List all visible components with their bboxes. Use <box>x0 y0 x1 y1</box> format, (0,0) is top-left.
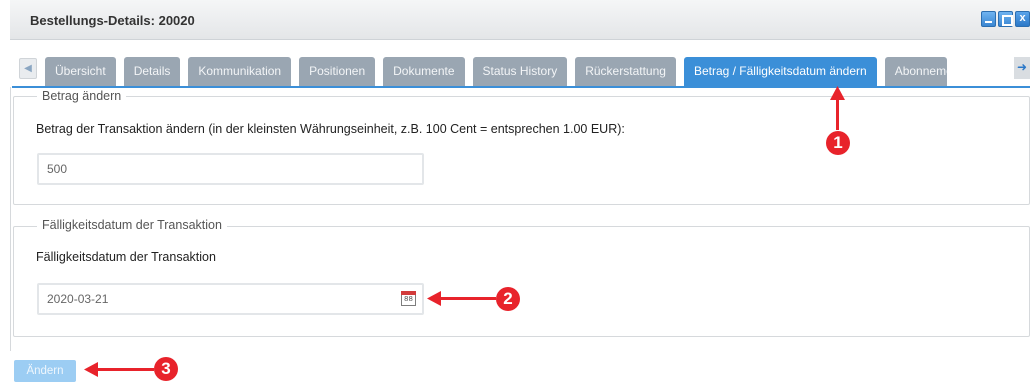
due-date-label: Fälligkeitsdatum der Transaktion <box>36 250 216 264</box>
tab-scroll-right-icon[interactable]: ➜ <box>1014 57 1030 79</box>
panel-left-border <box>10 87 11 351</box>
due-date-legend: Fälligkeitsdatum der Transaktion <box>37 218 227 232</box>
amount-fieldset <box>13 96 1030 205</box>
tab-details[interactable]: Details <box>123 57 181 86</box>
window-title: Bestellungs-Details: 20020 <box>30 13 195 28</box>
annotation-arrow-1 <box>836 96 839 130</box>
due-date-input[interactable]: 2020-03-21 <box>37 283 424 315</box>
annotation-badge-2: 2 <box>496 287 520 311</box>
close-icon[interactable]: x <box>1015 11 1030 27</box>
tab-status-history[interactable]: Status History <box>472 57 568 86</box>
annotation-badge-3: 3 <box>154 357 178 381</box>
tab-betrag-faelligkeitsdatum[interactable]: Betrag / Fälligkeitsdatum ändern <box>683 57 877 86</box>
tab-scroll-left-icon[interactable]: ◀ <box>19 58 37 79</box>
tab-kommunikation[interactable]: Kommunikation <box>188 57 292 86</box>
tab-list: Übersicht Details Kommunikation Position… <box>45 57 947 87</box>
annotation-arrow-3 <box>95 368 154 371</box>
amount-legend: Betrag ändern <box>37 89 127 103</box>
arrow-up-head-icon <box>830 86 845 100</box>
order-details-window: Bestellungs-Details: 20020 x ◀ Übersicht… <box>0 0 1030 382</box>
amount-label: Betrag der Transaktion ändern (in der kl… <box>36 122 625 136</box>
arrow-left-head-icon <box>84 362 98 377</box>
due-date-value: 2020-03-21 <box>47 292 109 306</box>
tab-abonnement[interactable]: Abonnement <box>884 57 947 86</box>
calendar-icon[interactable] <box>401 291 416 306</box>
amount-input[interactable]: 500 <box>37 153 424 185</box>
annotation-badge-1: 1 <box>826 131 850 155</box>
tab-positionen[interactable]: Positionen <box>299 57 376 86</box>
tab-uebersicht[interactable]: Übersicht <box>45 57 116 86</box>
window-titlebar[interactable]: Bestellungs-Details: 20020 x <box>10 0 1030 40</box>
minimize-icon[interactable] <box>981 11 996 27</box>
submit-button[interactable]: Ändern <box>14 360 76 382</box>
arrow-left-head-icon <box>427 291 441 306</box>
tab-rueckerstattung[interactable]: Rückerstattung <box>575 57 676 86</box>
tab-bar: ◀ Übersicht Details Kommunikation Positi… <box>10 40 1030 88</box>
maximize-icon[interactable] <box>998 11 1013 27</box>
tab-dokumente[interactable]: Dokumente <box>383 57 465 86</box>
window-controls: x <box>981 11 1030 27</box>
annotation-arrow-2 <box>438 297 496 300</box>
due-date-fieldset <box>13 226 1030 337</box>
tab-underline <box>12 86 1030 88</box>
